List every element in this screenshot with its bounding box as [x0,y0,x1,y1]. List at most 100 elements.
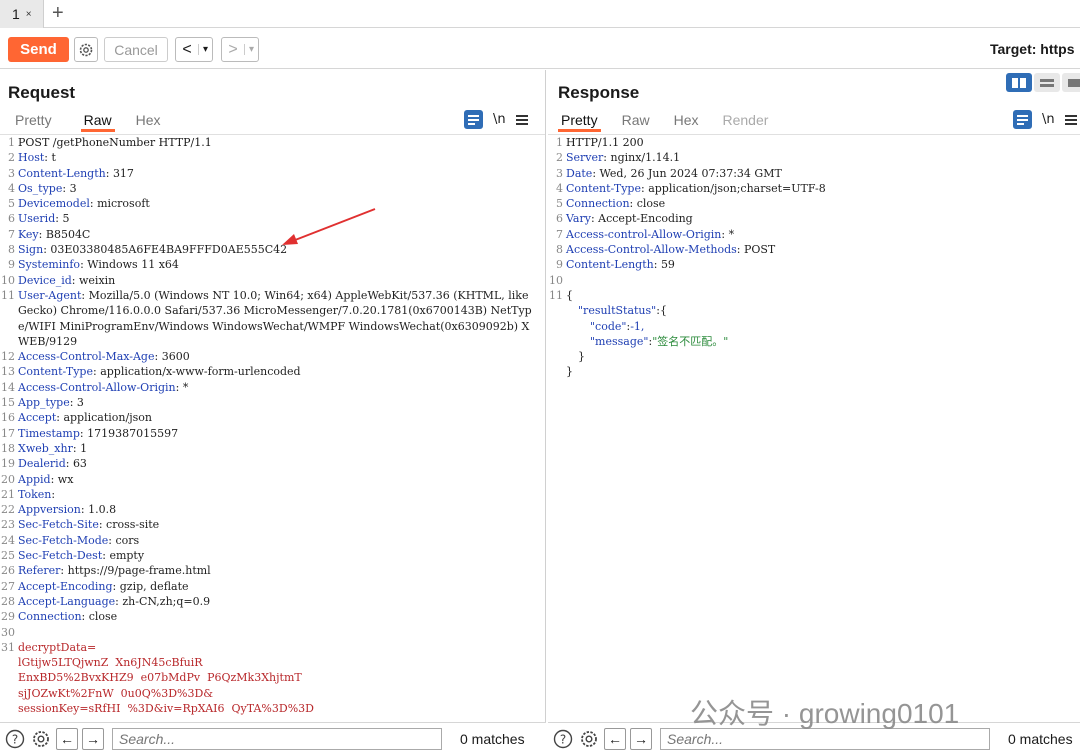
line-number: 19 [1,457,15,471]
tab-pretty[interactable]: Pretty [12,110,55,132]
header-line: Appversion: 1.0.8 [18,503,117,517]
forward-dropdown-icon[interactable]: ▾ [244,44,258,55]
wrap-lines-icon[interactable] [464,110,483,129]
editor-line: 7 Key: B8504C [0,227,545,242]
request-search-bar: ? ← → 0 matches [0,722,546,754]
line-number: 5 [8,197,15,211]
cancel-button[interactable]: Cancel [104,37,168,62]
next-match-button[interactable]: → [82,727,104,750]
close-icon[interactable]: × [26,9,32,20]
line-number: 30 [1,625,15,639]
header-line: App_type: 3 [18,396,84,410]
back-button[interactable]: < [176,41,198,59]
gear-icon[interactable] [578,728,600,750]
editor-line: 9 Systeminfo: Windows 11 x64 [0,257,545,272]
line-number: 9 [8,258,15,272]
request-pane: Request Pretty Raw Hex \n 1 POST /getPhon… [0,70,546,722]
response-pane: Response Pretty Raw Hex Render \n 1 HTTP/… [548,70,1080,722]
header-value: 1.0.8 [88,503,117,517]
header-value: zh-CN,zh;q=0.9 [122,594,211,608]
gear-icon[interactable] [74,37,98,62]
header-name: Accept-Encoding [18,579,113,593]
editor-line: 9 Content-Length: 59 [548,257,1080,272]
back-dropdown-icon[interactable]: ▾ [198,44,212,55]
json-line: "message":"签名不匹配。" [590,334,729,348]
tab-raw[interactable]: Raw [80,110,115,132]
newline-toggle[interactable]: \n [493,112,506,127]
send-button[interactable]: Send [8,37,69,62]
tab-pretty[interactable]: Pretty [558,110,601,132]
header-line: User-Agent: Mozilla/5.0 (Windows NT 10.0… [18,288,532,348]
header-name: Content-Length [566,258,654,272]
editor-line: 4 Os_type: 3 [0,181,545,196]
header-name: Access-Control-Max-Age [18,350,155,364]
header-name: Access-Control-Allow-Origin [18,380,176,394]
editor-line: 22 Appversion: 1.0.8 [0,502,545,517]
line-number: 7 [556,227,563,241]
wrap-lines-icon[interactable] [1013,110,1032,129]
editor-line: 12 Access-Control-Max-Age: 3600 [0,349,545,364]
request-editor[interactable]: 1 POST /getPhoneNumber HTTP/1.1 2 Host: t3C… [0,134,545,722]
previous-match-button[interactable]: ← [604,727,626,750]
header-value: 03E03380485A6FE4BA9FFFD0AE555C42 [50,243,288,257]
json-string: "签名不匹配。" [652,334,729,348]
tab-1[interactable]: 1 × [0,0,44,28]
header-value: microsoft [97,197,150,211]
header-value: application/json [63,411,152,425]
line-number: 4 [556,181,563,195]
json-line: "code":-1, [590,319,645,333]
editor-line: 20 Appid: wx [0,472,545,487]
editor-line: 23 Sec-Fetch-Site: cross-site [0,517,545,532]
tabbed-layout-icon[interactable] [1062,73,1080,92]
response-editor-tools: \n [1013,110,1077,129]
header-name: Os_type [18,181,63,195]
editor-line: 11 User-Agent: Mozilla/5.0 (Windows NT 10… [0,288,545,349]
header-line: Token: [18,487,59,501]
stacked-layout-icon[interactable] [1034,73,1060,92]
add-tab-button[interactable]: + [52,2,64,25]
header-value: gzip, deflate [119,579,189,593]
line-number: 8 [8,243,15,257]
newline-toggle[interactable]: \n [1042,112,1055,127]
header-name: Sec-Fetch-Site [18,518,99,532]
tab-hex[interactable]: Hex [133,110,164,132]
line-number: 21 [1,487,15,501]
header-name: Key [18,227,39,241]
tab-raw[interactable]: Raw [619,110,653,132]
raw-line: HTTP/1.1 200 [566,136,644,149]
editor-line: 2 Server: nginx/1.14.1 [548,150,1080,165]
header-name: Sec-Fetch-Mode [18,533,109,547]
next-match-button[interactable]: → [630,727,652,750]
header-name: Appversion [18,503,81,517]
header-value: 317 [112,166,134,180]
line-number: 16 [1,411,15,425]
split-layout-icon[interactable] [1006,73,1032,92]
editor-line: 16 Accept: application/json [0,410,545,425]
editor-line: 5 Connection: close [548,196,1080,211]
header-name: Connection [18,610,82,624]
help-icon[interactable]: ? [4,728,26,750]
menu-icon[interactable] [515,113,528,127]
response-editor[interactable]: 1 HTTP/1.1 200 2 Server: nginx/1.14.1 3 Date:… [548,134,1080,722]
editor-line: 25 Sec-Fetch-Dest: empty [0,548,545,563]
header-line: Systeminfo: Windows 11 x64 [18,258,179,272]
raw-line: POST /getPhoneNumber HTTP/1.1 [18,136,212,149]
header-name: Date [566,166,593,180]
forward-button[interactable]: > [222,41,244,59]
header-name: Timestamp [18,426,80,440]
header-name: Sign [18,243,44,257]
line-number: 11 [549,288,563,302]
line-number: 9 [556,258,563,272]
previous-match-button[interactable]: ← [56,727,78,750]
line-number: 6 [8,212,15,226]
help-icon[interactable]: ? [552,728,574,750]
menu-icon[interactable] [1064,113,1077,127]
tab-hex[interactable]: Hex [671,110,702,132]
header-line: Accept-Language: zh-CN,zh;q=0.9 [18,594,211,608]
line-number: 11 [1,288,15,302]
svg-text:?: ? [560,732,566,746]
header-line: Timestamp: 1719387015597 [18,426,179,440]
search-input[interactable] [112,727,442,750]
tab-render[interactable]: Render [720,110,772,132]
gear-icon[interactable] [30,728,52,750]
